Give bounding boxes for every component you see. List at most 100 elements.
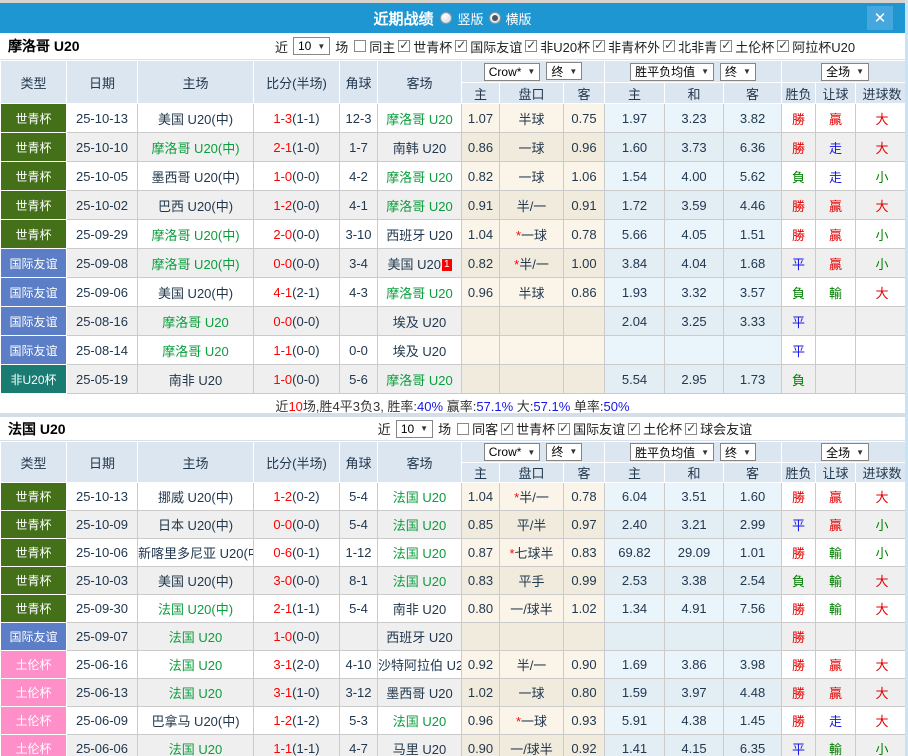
away-team-name: 摩洛哥 U20 <box>386 170 452 185</box>
filter-league-2-checkbox[interactable] <box>525 40 537 52</box>
home-team-name: 摩洛哥 U20 <box>162 315 228 330</box>
filter-league-0-label[interactable]: 世青杯 <box>516 419 555 438</box>
col-league-header: 类型 <box>1 61 67 104</box>
date-cell: 25-09-06 <box>67 278 138 307</box>
date-cell: 25-10-02 <box>67 191 138 220</box>
final-avg-select[interactable]: 终▼ <box>720 63 756 81</box>
chevron-down-icon: ▼ <box>527 448 535 457</box>
filter-league-2-label[interactable]: 非U20杯 <box>540 37 590 56</box>
final-odds-select[interactable]: 终▼ <box>546 443 582 461</box>
away-team-name: 西班牙 U20 <box>386 630 452 645</box>
col-home-header: 主场 <box>138 442 254 483</box>
filter-same-venue-checkbox[interactable] <box>354 40 366 52</box>
filter-league-2-label[interactable]: 土伦杯 <box>643 419 682 438</box>
filter-same-venue-label[interactable]: 同主 <box>369 37 395 56</box>
odds-home-cell: 0.86 <box>462 133 500 162</box>
filter-league-5-label[interactable]: 土伦杯 <box>735 37 774 56</box>
goals-result-cell: 大 <box>856 133 908 162</box>
vertical-layout-radio[interactable] <box>440 12 452 24</box>
league-cell: 国际友谊 <box>1 623 67 651</box>
summary-segment: 40% <box>417 399 443 414</box>
filter-league-1-checkbox[interactable] <box>558 423 570 435</box>
avg-draw-cell: 29.09 <box>665 539 724 567</box>
home-team-name: 墨西哥 U20(中) <box>151 170 239 185</box>
section-header: 法国 U20近10▼场同客世青杯国际友谊土伦杯球会友谊 <box>0 417 905 441</box>
filter-same-venue-checkbox[interactable] <box>457 423 469 435</box>
date-cell: 25-08-16 <box>67 307 138 336</box>
filter-league-1-label[interactable]: 国际友谊 <box>470 37 522 56</box>
filter-league-0-label[interactable]: 世青杯 <box>413 37 452 56</box>
horizontal-layout-label[interactable]: 横版 <box>506 9 532 28</box>
home-team-name: 新喀里多尼亚 U20(中) <box>138 546 254 561</box>
avg-home-cell: 1.41 <box>605 735 665 756</box>
avg-home-cell: 1.54 <box>605 162 665 191</box>
table-row: 世青杯25-10-13挪威 U20(中)1-2(0-2)5-4法国 U201.0… <box>1 483 908 511</box>
avg-draw-cell: 3.86 <box>665 651 724 679</box>
filter-league-1-label[interactable]: 国际友谊 <box>573 419 625 438</box>
table-row: 世青杯25-10-06新喀里多尼亚 U20(中)0-6(0-1)1-12法国 U… <box>1 539 908 567</box>
filter-league-4-checkbox[interactable] <box>663 40 675 52</box>
odds-home-cell: 0.96 <box>462 278 500 307</box>
goals-result-cell <box>856 307 908 336</box>
recent-count-select[interactable]: 10▼ <box>396 420 433 438</box>
avg-away-cell <box>724 623 782 651</box>
odds-company-select[interactable]: Crow*▼ <box>484 63 541 81</box>
avg-odds-select[interactable]: 胜平负均值▼ <box>630 443 714 461</box>
filter-league-0-checkbox[interactable] <box>501 423 513 435</box>
fulltime-score: 1-0 <box>273 169 292 184</box>
odds-home-cell: 0.85 <box>462 511 500 539</box>
filter-league-1-checkbox[interactable] <box>455 40 467 52</box>
select-value: 全场 <box>826 63 850 80</box>
handicap-result-cell: 贏 <box>816 483 856 511</box>
fulltime-score: 1-2 <box>273 198 292 213</box>
close-icon[interactable]: ✕ <box>867 6 893 30</box>
home-team-cell: 法国 U20(中) <box>138 595 254 623</box>
filter-league-6-label[interactable]: 阿拉杯U20 <box>792 37 855 56</box>
filter-same-venue-label[interactable]: 同客 <box>472 419 498 438</box>
odds-away-cell: 0.91 <box>564 191 605 220</box>
filter-league-3-label[interactable]: 球会友谊 <box>700 419 752 438</box>
scope-select[interactable]: 全场▼ <box>821 63 869 81</box>
odds-home-cell: 0.91 <box>462 191 500 220</box>
result-cell: 勝 <box>782 623 816 651</box>
avg-home-cell: 1.60 <box>605 133 665 162</box>
scope-select[interactable]: 全场▼ <box>821 443 869 461</box>
corner-cell: 0-0 <box>340 336 378 365</box>
popup-title: 近期战绩 <box>373 8 433 29</box>
section-header: 摩洛哥 U20近10▼场同主世青杯国际友谊非U20杯非青杯外北非青土伦杯阿拉杯U… <box>0 33 905 60</box>
avg-home-cell <box>605 336 665 365</box>
odds-company-select[interactable]: Crow*▼ <box>484 443 541 461</box>
final-avg-select[interactable]: 终▼ <box>720 443 756 461</box>
handicap-cell: 一/球半 <box>500 735 564 756</box>
recent-count-select[interactable]: 10▼ <box>293 37 330 55</box>
avg-away-cell: 1.60 <box>724 483 782 511</box>
filter-league-3-label[interactable]: 非青杯外 <box>608 37 660 56</box>
select-value: Crow* <box>489 65 522 79</box>
away-team-name: 法国 U20 <box>393 490 446 505</box>
chevron-down-icon: ▼ <box>420 424 428 433</box>
filter-league-0-checkbox[interactable] <box>398 40 410 52</box>
avg-odds-select[interactable]: 胜平负均值▼ <box>630 63 714 81</box>
filter-league-3-checkbox[interactable] <box>685 423 697 435</box>
avg-draw-cell: 3.51 <box>665 483 724 511</box>
vertical-layout-label[interactable]: 竖版 <box>457 9 483 28</box>
league-cell: 世青杯 <box>1 220 67 249</box>
avg-away-cell: 4.48 <box>724 679 782 707</box>
home-team-name: 南非 U20 <box>169 373 222 388</box>
corner-cell: 8-1 <box>340 567 378 595</box>
away-team-name: 西班牙 U20 <box>386 228 452 243</box>
horizontal-layout-radio[interactable] <box>489 12 501 24</box>
halftime-score: (0-0) <box>292 372 319 387</box>
sub-avg-draw-header: 和 <box>665 463 724 483</box>
goals-result-cell <box>856 336 908 365</box>
avg-draw-cell: 4.00 <box>665 162 724 191</box>
halftime-score: (1-1) <box>292 601 319 616</box>
final-odds-select[interactable]: 终▼ <box>546 62 582 80</box>
filter-league-4-label[interactable]: 北非青 <box>678 37 717 56</box>
home-team-name: 巴西 U20(中) <box>158 199 233 214</box>
result-cell: 平 <box>782 249 816 278</box>
filter-league-3-checkbox[interactable] <box>593 40 605 52</box>
filter-league-5-checkbox[interactable] <box>720 40 732 52</box>
filter-league-6-checkbox[interactable] <box>777 40 789 52</box>
filter-league-2-checkbox[interactable] <box>628 423 640 435</box>
